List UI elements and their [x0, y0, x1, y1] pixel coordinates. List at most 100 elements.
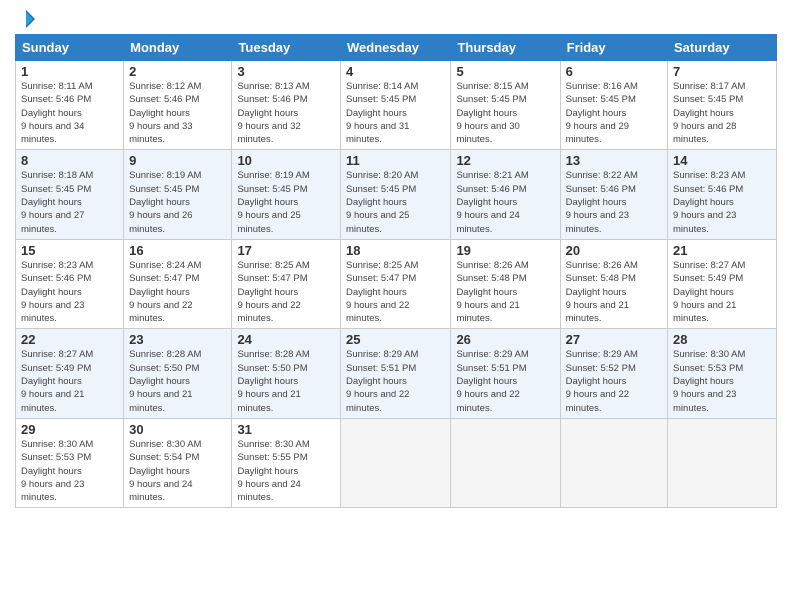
day-info: Sunrise: 8:20 AM Sunset: 5:45 PM Dayligh… [346, 169, 445, 235]
calendar-cell: 8 Sunrise: 8:18 AM Sunset: 5:45 PM Dayli… [16, 150, 124, 239]
day-number: 6 [566, 64, 662, 79]
calendar-cell: 13 Sunrise: 8:22 AM Sunset: 5:46 PM Dayl… [560, 150, 667, 239]
day-info: Sunrise: 8:13 AM Sunset: 5:46 PM Dayligh… [237, 80, 335, 146]
calendar-cell: 21 Sunrise: 8:27 AM Sunset: 5:49 PM Dayl… [668, 239, 777, 328]
calendar-cell: 5 Sunrise: 8:15 AM Sunset: 5:45 PM Dayli… [451, 61, 560, 150]
calendar-cell: 16 Sunrise: 8:24 AM Sunset: 5:47 PM Dayl… [124, 239, 232, 328]
calendar-cell [451, 418, 560, 507]
calendar-cell: 22 Sunrise: 8:27 AM Sunset: 5:49 PM Dayl… [16, 329, 124, 418]
day-number: 20 [566, 243, 662, 258]
day-info: Sunrise: 8:16 AM Sunset: 5:45 PM Dayligh… [566, 80, 662, 146]
day-info: Sunrise: 8:11 AM Sunset: 5:46 PM Dayligh… [21, 80, 118, 146]
day-number: 23 [129, 332, 226, 347]
calendar-cell: 15 Sunrise: 8:23 AM Sunset: 5:46 PM Dayl… [16, 239, 124, 328]
day-info: Sunrise: 8:22 AM Sunset: 5:46 PM Dayligh… [566, 169, 662, 235]
calendar-cell: 30 Sunrise: 8:30 AM Sunset: 5:54 PM Dayl… [124, 418, 232, 507]
day-number: 12 [456, 153, 554, 168]
calendar-header-monday: Monday [124, 35, 232, 61]
calendar-cell: 29 Sunrise: 8:30 AM Sunset: 5:53 PM Dayl… [16, 418, 124, 507]
calendar-week-2: 8 Sunrise: 8:18 AM Sunset: 5:45 PM Dayli… [16, 150, 777, 239]
day-number: 25 [346, 332, 445, 347]
day-number: 30 [129, 422, 226, 437]
day-number: 4 [346, 64, 445, 79]
day-info: Sunrise: 8:19 AM Sunset: 5:45 PM Dayligh… [129, 169, 226, 235]
calendar-cell: 7 Sunrise: 8:17 AM Sunset: 5:45 PM Dayli… [668, 61, 777, 150]
calendar-cell: 12 Sunrise: 8:21 AM Sunset: 5:46 PM Dayl… [451, 150, 560, 239]
calendar-cell: 17 Sunrise: 8:25 AM Sunset: 5:47 PM Dayl… [232, 239, 341, 328]
calendar-cell: 27 Sunrise: 8:29 AM Sunset: 5:52 PM Dayl… [560, 329, 667, 418]
day-info: Sunrise: 8:28 AM Sunset: 5:50 PM Dayligh… [129, 348, 226, 414]
day-number: 22 [21, 332, 118, 347]
day-number: 21 [673, 243, 771, 258]
calendar-week-1: 1 Sunrise: 8:11 AM Sunset: 5:46 PM Dayli… [16, 61, 777, 150]
calendar-header-sunday: Sunday [16, 35, 124, 61]
calendar-cell [341, 418, 451, 507]
day-info: Sunrise: 8:24 AM Sunset: 5:47 PM Dayligh… [129, 259, 226, 325]
day-info: Sunrise: 8:30 AM Sunset: 5:53 PM Dayligh… [21, 438, 118, 504]
day-info: Sunrise: 8:29 AM Sunset: 5:52 PM Dayligh… [566, 348, 662, 414]
calendar-week-4: 22 Sunrise: 8:27 AM Sunset: 5:49 PM Dayl… [16, 329, 777, 418]
day-info: Sunrise: 8:21 AM Sunset: 5:46 PM Dayligh… [456, 169, 554, 235]
day-info: Sunrise: 8:26 AM Sunset: 5:48 PM Dayligh… [566, 259, 662, 325]
calendar-cell: 18 Sunrise: 8:25 AM Sunset: 5:47 PM Dayl… [341, 239, 451, 328]
logo [15, 10, 35, 28]
day-info: Sunrise: 8:19 AM Sunset: 5:45 PM Dayligh… [237, 169, 335, 235]
calendar-cell: 1 Sunrise: 8:11 AM Sunset: 5:46 PM Dayli… [16, 61, 124, 150]
calendar-week-3: 15 Sunrise: 8:23 AM Sunset: 5:46 PM Dayl… [16, 239, 777, 328]
calendar-cell: 6 Sunrise: 8:16 AM Sunset: 5:45 PM Dayli… [560, 61, 667, 150]
calendar-cell: 4 Sunrise: 8:14 AM Sunset: 5:45 PM Dayli… [341, 61, 451, 150]
day-info: Sunrise: 8:25 AM Sunset: 5:47 PM Dayligh… [237, 259, 335, 325]
day-info: Sunrise: 8:30 AM Sunset: 5:54 PM Dayligh… [129, 438, 226, 504]
day-number: 18 [346, 243, 445, 258]
day-number: 16 [129, 243, 226, 258]
day-info: Sunrise: 8:27 AM Sunset: 5:49 PM Dayligh… [21, 348, 118, 414]
day-info: Sunrise: 8:23 AM Sunset: 5:46 PM Dayligh… [21, 259, 118, 325]
day-number: 14 [673, 153, 771, 168]
day-info: Sunrise: 8:29 AM Sunset: 5:51 PM Dayligh… [346, 348, 445, 414]
page: SundayMondayTuesdayWednesdayThursdayFrid… [0, 0, 792, 612]
calendar-header-friday: Friday [560, 35, 667, 61]
day-info: Sunrise: 8:15 AM Sunset: 5:45 PM Dayligh… [456, 80, 554, 146]
calendar-header-row: SundayMondayTuesdayWednesdayThursdayFrid… [16, 35, 777, 61]
day-number: 9 [129, 153, 226, 168]
day-number: 29 [21, 422, 118, 437]
calendar-cell: 31 Sunrise: 8:30 AM Sunset: 5:55 PM Dayl… [232, 418, 341, 507]
calendar-cell: 25 Sunrise: 8:29 AM Sunset: 5:51 PM Dayl… [341, 329, 451, 418]
calendar: SundayMondayTuesdayWednesdayThursdayFrid… [15, 34, 777, 508]
calendar-header-saturday: Saturday [668, 35, 777, 61]
day-number: 19 [456, 243, 554, 258]
calendar-cell: 28 Sunrise: 8:30 AM Sunset: 5:53 PM Dayl… [668, 329, 777, 418]
calendar-cell: 11 Sunrise: 8:20 AM Sunset: 5:45 PM Dayl… [341, 150, 451, 239]
calendar-cell [560, 418, 667, 507]
calendar-header-thursday: Thursday [451, 35, 560, 61]
day-info: Sunrise: 8:18 AM Sunset: 5:45 PM Dayligh… [21, 169, 118, 235]
day-number: 5 [456, 64, 554, 79]
calendar-cell: 2 Sunrise: 8:12 AM Sunset: 5:46 PM Dayli… [124, 61, 232, 150]
logo-icon [17, 10, 35, 28]
calendar-cell: 19 Sunrise: 8:26 AM Sunset: 5:48 PM Dayl… [451, 239, 560, 328]
calendar-header-wednesday: Wednesday [341, 35, 451, 61]
day-number: 17 [237, 243, 335, 258]
day-number: 3 [237, 64, 335, 79]
calendar-cell: 3 Sunrise: 8:13 AM Sunset: 5:46 PM Dayli… [232, 61, 341, 150]
calendar-cell: 9 Sunrise: 8:19 AM Sunset: 5:45 PM Dayli… [124, 150, 232, 239]
calendar-cell: 23 Sunrise: 8:28 AM Sunset: 5:50 PM Dayl… [124, 329, 232, 418]
day-number: 27 [566, 332, 662, 347]
day-info: Sunrise: 8:12 AM Sunset: 5:46 PM Dayligh… [129, 80, 226, 146]
day-info: Sunrise: 8:23 AM Sunset: 5:46 PM Dayligh… [673, 169, 771, 235]
day-number: 24 [237, 332, 335, 347]
day-info: Sunrise: 8:28 AM Sunset: 5:50 PM Dayligh… [237, 348, 335, 414]
day-number: 31 [237, 422, 335, 437]
day-info: Sunrise: 8:27 AM Sunset: 5:49 PM Dayligh… [673, 259, 771, 325]
calendar-week-5: 29 Sunrise: 8:30 AM Sunset: 5:53 PM Dayl… [16, 418, 777, 507]
day-info: Sunrise: 8:14 AM Sunset: 5:45 PM Dayligh… [346, 80, 445, 146]
day-number: 7 [673, 64, 771, 79]
day-info: Sunrise: 8:30 AM Sunset: 5:55 PM Dayligh… [237, 438, 335, 504]
day-number: 11 [346, 153, 445, 168]
day-info: Sunrise: 8:26 AM Sunset: 5:48 PM Dayligh… [456, 259, 554, 325]
day-number: 2 [129, 64, 226, 79]
header [15, 10, 777, 28]
day-info: Sunrise: 8:17 AM Sunset: 5:45 PM Dayligh… [673, 80, 771, 146]
day-number: 13 [566, 153, 662, 168]
day-info: Sunrise: 8:25 AM Sunset: 5:47 PM Dayligh… [346, 259, 445, 325]
